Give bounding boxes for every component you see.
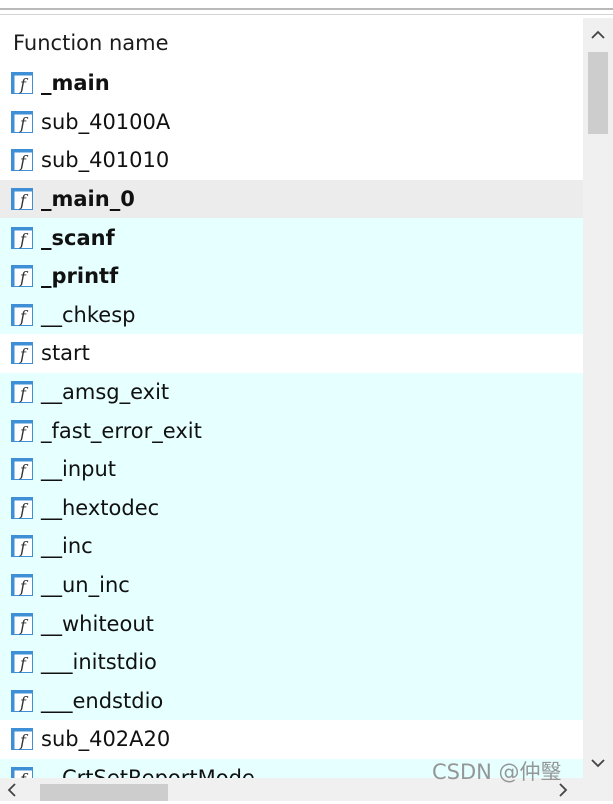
function-row[interactable]: f __amsg_exit bbox=[0, 372, 583, 412]
function-row[interactable]: f _main_0 bbox=[0, 179, 583, 219]
function-name: __input bbox=[41, 457, 117, 482]
function-icon: f bbox=[11, 265, 33, 288]
functions-list: Function name f _main f sub_40100A f sub_4010… bbox=[0, 24, 583, 778]
function-name: __amsg_exit bbox=[41, 380, 170, 405]
function-name: _printf bbox=[41, 264, 119, 289]
function-row[interactable]: f __whiteout bbox=[0, 604, 583, 643]
function-name: start bbox=[41, 341, 90, 366]
divider bbox=[0, 8, 613, 10]
vertical-scrollbar[interactable] bbox=[583, 18, 613, 778]
function-row[interactable]: f __chkesp bbox=[0, 295, 583, 335]
function-icon: f bbox=[11, 72, 33, 95]
scrollbar-corner bbox=[583, 778, 613, 801]
chevron-left-icon[interactable] bbox=[2, 780, 22, 800]
function-icon: f bbox=[11, 689, 33, 712]
function-icon: f bbox=[11, 149, 33, 172]
function-icon: f bbox=[11, 535, 33, 558]
function-name: _main_0 bbox=[41, 187, 135, 212]
vertical-scroll-thumb[interactable] bbox=[588, 52, 608, 134]
function-name: __hextodec bbox=[41, 495, 160, 520]
function-row[interactable]: f _scanf bbox=[0, 218, 583, 257]
panel-top-border bbox=[0, 0, 613, 18]
watermark-text: CSDN @仲瑿 bbox=[432, 760, 562, 784]
function-name: _fast_error_exit bbox=[41, 418, 202, 443]
function-name: __whiteout bbox=[41, 611, 154, 636]
functions-rows: f _main f sub_40100A f sub_401010 f _main_0 f _sc… bbox=[0, 64, 583, 778]
horizontal-scroll-thumb[interactable] bbox=[40, 784, 168, 801]
function-name: __CrtSetReportMode bbox=[41, 765, 255, 778]
chevron-down-icon[interactable] bbox=[583, 752, 613, 774]
function-icon: f bbox=[11, 226, 33, 249]
function-icon: f bbox=[11, 303, 33, 326]
function-row[interactable]: f sub_402A20 bbox=[0, 720, 583, 759]
function-row[interactable]: f start bbox=[0, 334, 583, 373]
chevron-up-icon[interactable] bbox=[583, 22, 613, 48]
function-icon: f bbox=[11, 188, 33, 211]
function-icon: f bbox=[11, 458, 33, 481]
function-icon: f bbox=[11, 728, 33, 751]
function-icon: f bbox=[11, 766, 33, 778]
function-name: sub_402A20 bbox=[41, 727, 171, 752]
function-name: ___endstdio bbox=[41, 688, 164, 713]
function-icon: f bbox=[11, 110, 33, 133]
function-row[interactable]: f ___initstdio bbox=[0, 642, 583, 682]
function-name: _scanf bbox=[41, 225, 115, 250]
function-icon: f bbox=[11, 496, 33, 519]
function-row[interactable]: f _printf bbox=[0, 256, 583, 296]
function-row[interactable]: f _main bbox=[0, 64, 583, 103]
function-name: ___initstdio bbox=[41, 650, 157, 675]
function-row[interactable]: f sub_401010 bbox=[0, 141, 583, 180]
function-row[interactable]: f _fast_error_exit bbox=[0, 411, 583, 450]
function-icon: f bbox=[11, 612, 33, 635]
divider bbox=[0, 14, 613, 15]
function-row[interactable]: f sub_40100A bbox=[0, 103, 583, 142]
function-name: __chkesp bbox=[41, 302, 136, 327]
function-row[interactable]: f __input bbox=[0, 449, 583, 489]
function-icon: f bbox=[11, 381, 33, 404]
function-name: __un_inc bbox=[41, 573, 130, 598]
function-name: sub_40100A bbox=[41, 109, 171, 134]
function-row[interactable]: f __un_inc bbox=[0, 565, 583, 605]
function-icon: f bbox=[11, 342, 33, 365]
function-row[interactable]: f __inc bbox=[0, 527, 583, 566]
function-name: sub_401010 bbox=[41, 148, 170, 173]
function-row[interactable]: f __hextodec bbox=[0, 488, 583, 528]
function-name: __inc bbox=[41, 534, 93, 559]
function-row[interactable]: f ___endstdio bbox=[0, 681, 583, 721]
function-icon: f bbox=[11, 419, 33, 442]
function-icon: f bbox=[11, 574, 33, 597]
column-header-function-name[interactable]: Function name bbox=[0, 24, 583, 64]
function-name: _main bbox=[41, 71, 110, 96]
function-icon: f bbox=[11, 651, 33, 674]
